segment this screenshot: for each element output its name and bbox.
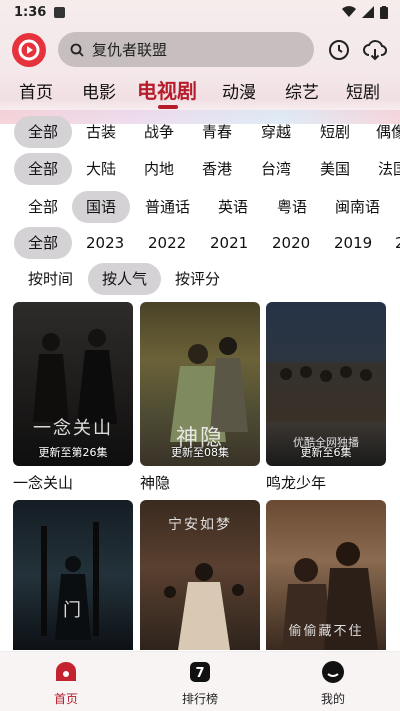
ranking-icon: 7 (188, 660, 212, 684)
nav-home[interactable]: 首页 (26, 660, 106, 707)
language-chip[interactable]: 普通话 (145, 191, 190, 223)
genre-chip[interactable]: 全部 (14, 116, 73, 148)
year-chip[interactable]: 2020 (272, 227, 310, 259)
poster-figures-icon (33, 329, 117, 424)
episode-caption: 更新至08集 (171, 446, 229, 459)
battery-icon (380, 5, 388, 19)
poster-image[interactable]: 偷偷藏不住 (266, 500, 386, 650)
genre-chip[interactable]: 古装 (86, 116, 116, 148)
tab-anime[interactable]: 动漫 (222, 78, 256, 103)
sort-chip[interactable]: 按时间 (28, 263, 73, 295)
poster-title-art: 宁安如梦 (168, 517, 232, 533)
genre-chip[interactable]: 战争 (144, 116, 174, 148)
region-chip[interactable]: 内地 (144, 153, 174, 185)
svg-text:7: 7 (195, 666, 204, 681)
drama-card[interactable]: 门 (13, 500, 133, 650)
region-chip[interactable]: 香港 (202, 153, 232, 185)
tab-variety[interactable]: 综艺 (285, 78, 319, 103)
notification-icon (54, 6, 66, 18)
poster-image[interactable]: 神隐 更新至08集 (140, 302, 260, 466)
year-filter-row: 全部 2023 2022 2021 2020 2019 2 (0, 227, 400, 259)
drama-title[interactable]: 一念关山 (13, 472, 133, 493)
nav-ranking-label: 排行榜 (181, 692, 218, 706)
region-chip[interactable]: 法国 (378, 153, 400, 185)
genre-filter-row: 全部 古装 战争 青春 穿越 短剧 偶像 (0, 116, 400, 148)
tab-home[interactable]: 首页 (19, 78, 53, 103)
language-chip[interactable]: 国语 (72, 191, 131, 223)
drama-card[interactable]: 神隐 更新至08集 神隐 (140, 302, 260, 493)
genre-chip[interactable]: 短剧 (320, 116, 350, 148)
tab-tv-series[interactable]: 电视剧 (137, 75, 197, 104)
genre-chip[interactable]: 穿越 (261, 116, 291, 148)
drama-title[interactable]: 鸣龙少年 (266, 472, 386, 493)
signal-icon (362, 6, 374, 18)
region-filter-row: 全部 大陆 内地 香港 台湾 美国 法国 (0, 153, 400, 185)
poster-image[interactable]: 一念关山 更新至第26集 (13, 302, 133, 466)
search-placeholder: 复仇者联盟 (92, 41, 168, 59)
nav-profile-label: 我的 (320, 692, 345, 706)
sort-chip[interactable]: 按评分 (175, 263, 220, 295)
poster-title-art: 偷偷藏不住 (288, 624, 364, 639)
nav-home-label: 首页 (53, 692, 78, 706)
history-icon[interactable] (327, 38, 351, 62)
year-chip[interactable]: 2 (395, 227, 400, 259)
year-chip[interactable]: 全部 (14, 227, 73, 259)
year-chip[interactable]: 2022 (148, 227, 186, 259)
top-bar: 复仇者联盟 (0, 30, 400, 70)
region-chip[interactable]: 全部 (14, 153, 73, 185)
language-filter-row: 全部 国语 普通话 英语 粤语 闽南语 (0, 191, 400, 223)
region-chip[interactable]: 大陆 (86, 153, 116, 185)
nav-profile[interactable]: 我的 (293, 660, 373, 707)
language-chip[interactable]: 全部 (28, 191, 58, 223)
episode-caption: 更新至6集 (300, 446, 352, 459)
drama-card[interactable]: 优酷全网独播 更新至6集 鸣龙少年 (266, 302, 386, 493)
drama-card[interactable]: 偷偷藏不住 (266, 500, 386, 650)
wifi-icon (342, 6, 356, 18)
search-input[interactable]: 复仇者联盟 (58, 32, 314, 67)
poster-figures-icon (41, 522, 99, 640)
search-icon (70, 43, 84, 57)
drama-card[interactable]: 宁安如梦 (140, 500, 260, 650)
poster-title-art: 门 (63, 600, 83, 621)
sort-chip[interactable]: 按人气 (88, 263, 162, 295)
year-chip[interactable]: 2023 (86, 227, 124, 259)
region-chip[interactable]: 台湾 (261, 153, 291, 185)
genre-chip[interactable]: 青春 (202, 116, 232, 148)
drama-title[interactable]: 神隐 (140, 472, 260, 493)
poster-title-art: 一念关山 (33, 418, 113, 439)
sort-filter-row: 按时间 按人气 按评分 (0, 263, 400, 295)
drama-card[interactable]: 一念关山 更新至第26集 一念关山 (13, 302, 133, 493)
year-chip[interactable]: 2021 (210, 227, 248, 259)
status-time: 1:36 (14, 4, 47, 20)
nav-ranking[interactable]: 7 排行榜 (160, 660, 240, 707)
language-chip[interactable]: 闽南语 (335, 191, 380, 223)
profile-icon (321, 660, 345, 684)
poster-image[interactable]: 宁安如梦 (140, 500, 260, 650)
tab-active-indicator (158, 105, 178, 109)
app-logo-icon[interactable] (12, 33, 46, 67)
episode-caption: 更新至第26集 (38, 446, 108, 459)
language-chip[interactable]: 英语 (218, 191, 248, 223)
tab-short-drama[interactable]: 短剧 (346, 78, 380, 103)
region-chip[interactable]: 美国 (320, 153, 350, 185)
status-bar: 1:36 (0, 0, 400, 24)
poster-image[interactable]: 门 (13, 500, 133, 650)
home-icon (54, 660, 78, 684)
download-cloud-icon[interactable] (363, 38, 387, 62)
year-chip[interactable]: 2019 (334, 227, 372, 259)
genre-chip[interactable]: 偶像 (376, 116, 400, 148)
poster-image[interactable]: 优酷全网独播 更新至6集 (266, 302, 386, 466)
category-tabs: 首页 电影 电视剧 动漫 综艺 短剧 (0, 74, 400, 110)
bottom-navigation: 首页 7 排行榜 我的 (0, 651, 400, 711)
language-chip[interactable]: 粤语 (277, 191, 307, 223)
tab-movie[interactable]: 电影 (82, 78, 116, 103)
